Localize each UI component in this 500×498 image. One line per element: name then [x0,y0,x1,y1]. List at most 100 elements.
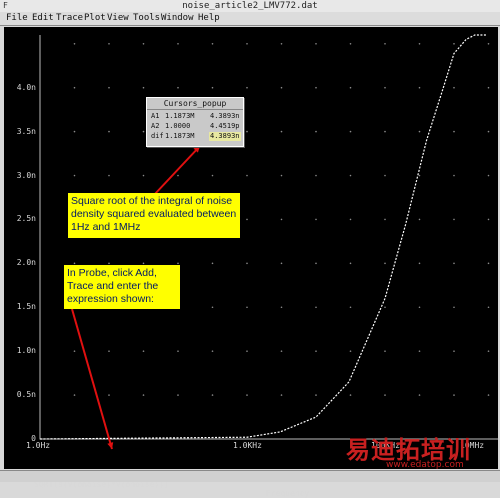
grid-dot [280,86,283,89]
menu-trace[interactable]: Trace [56,12,83,25]
grid-dot [280,42,283,45]
y-tick-label: 0.5n [16,390,36,400]
grid-dot [384,218,386,221]
annotation-probe-note: In Probe, click Add, Trace and enter the… [64,265,180,309]
grid-dot [418,86,421,89]
grid-dot [453,130,455,133]
grid-dot [349,174,352,177]
grid-dot [177,174,179,177]
grid-dot [453,262,455,265]
window-title: noise_article2_LMV772.dat [182,1,318,11]
grid-dot [349,86,352,89]
grid-dot [73,394,76,396]
grid-dot [384,350,386,352]
grid-dot [384,262,386,265]
grid-dot [487,174,490,177]
grid-dot [211,86,214,89]
noise-chart [39,34,498,450]
menu-plot[interactable]: Plot [84,12,106,25]
grid-dot [142,350,145,352]
watermark-url: www.edatop.com [386,460,464,470]
x-axis-label: Frequency [266,489,310,498]
grid-dot [418,306,421,309]
grid-dot [73,174,76,177]
cursor-label: A1 [151,112,160,120]
cursor-x-value: 1.1873M [165,132,195,140]
grid-dot [315,174,317,177]
grid-dot [453,86,455,89]
grid-dot [211,174,214,177]
grid-dot [418,394,421,396]
grid-dot [73,42,76,45]
grid-dot [315,42,317,45]
watermark-logo: 易迪拓培训 www.edatop.com [346,430,496,474]
grid-dot [108,394,110,396]
cursors-popup[interactable]: Cursors_popup A1 1.1873M 4.3893n A2 1.00… [146,97,244,147]
status-bar [0,470,500,482]
menu-help[interactable]: Help [198,12,220,25]
grid-dot [487,218,490,221]
grid-dot [142,394,145,396]
grid-dot [349,306,352,309]
grid-dot [418,218,421,221]
grid-dot [246,262,248,265]
grid-dot [108,262,110,265]
cursor-y-value: 4.3893n [209,132,241,141]
grid-dot [142,262,145,265]
grid-dot [246,306,248,309]
grid-dot [315,86,317,89]
grid-dot [108,130,110,133]
y-tick-label: 2.5n [16,214,36,224]
grid-dot [487,130,490,133]
x-tick-label: 1.0Hz [26,441,51,450]
grid-dot [73,130,76,133]
grid-dot [487,394,490,396]
grid-dot [453,350,455,352]
cursor-y-value: 4.3893n [210,112,240,120]
cursor-x-value: 1.0000 [165,122,191,130]
cursor-label: A2 [151,122,160,130]
grid-dot [177,86,179,89]
grid-dot [453,394,455,396]
grid-dot [418,262,421,265]
menu-view[interactable]: View [107,12,129,25]
y-tick-label: 3.5n [16,126,36,136]
menu-edit[interactable]: Edit [32,12,54,25]
grid-dot [487,306,490,309]
grid-dot [73,262,76,265]
grid-dot [418,130,421,133]
grid-dot [349,262,352,265]
grid-dot [211,350,214,352]
menu-file[interactable]: File [6,12,28,25]
grid-dot [73,350,76,352]
grid-dot [142,86,145,89]
grid-dot [384,394,386,396]
y-tick-label: 1.0n [16,346,36,356]
grid-dot [177,42,179,45]
plot-area[interactable]: 0 0.5n 1.0n 1.5n 2.0n 2.5n 3.0n 3.5n 4.0n 1.0Hz 1… [4,27,498,498]
grid-dot [73,86,76,89]
grid-dot [280,350,283,352]
grid-dot [142,42,145,45]
y-tick-label: 1.5n [16,302,36,312]
grid-dot [280,130,283,133]
menu-window[interactable]: Window [161,12,194,25]
grid-dot [349,42,352,45]
grid-dot [384,86,386,89]
grid-dot [384,130,386,133]
grid-dot [211,306,214,309]
grid-dot [487,350,490,352]
menu-tools[interactable]: Tools [133,12,160,25]
grid-dot [487,86,490,89]
arrow-to-cursor-value [153,145,201,196]
grid-dot [418,42,421,45]
grid-dot [177,394,179,396]
grid-dot [211,394,214,396]
grid-dot [453,174,455,177]
grid-dot [142,130,145,133]
grid-dot [280,174,283,177]
y-tick-label: 3.0n [16,170,36,180]
grid-dot [315,130,317,133]
y-tick-label: 2.0n [16,258,36,268]
grid-dot [315,306,317,309]
